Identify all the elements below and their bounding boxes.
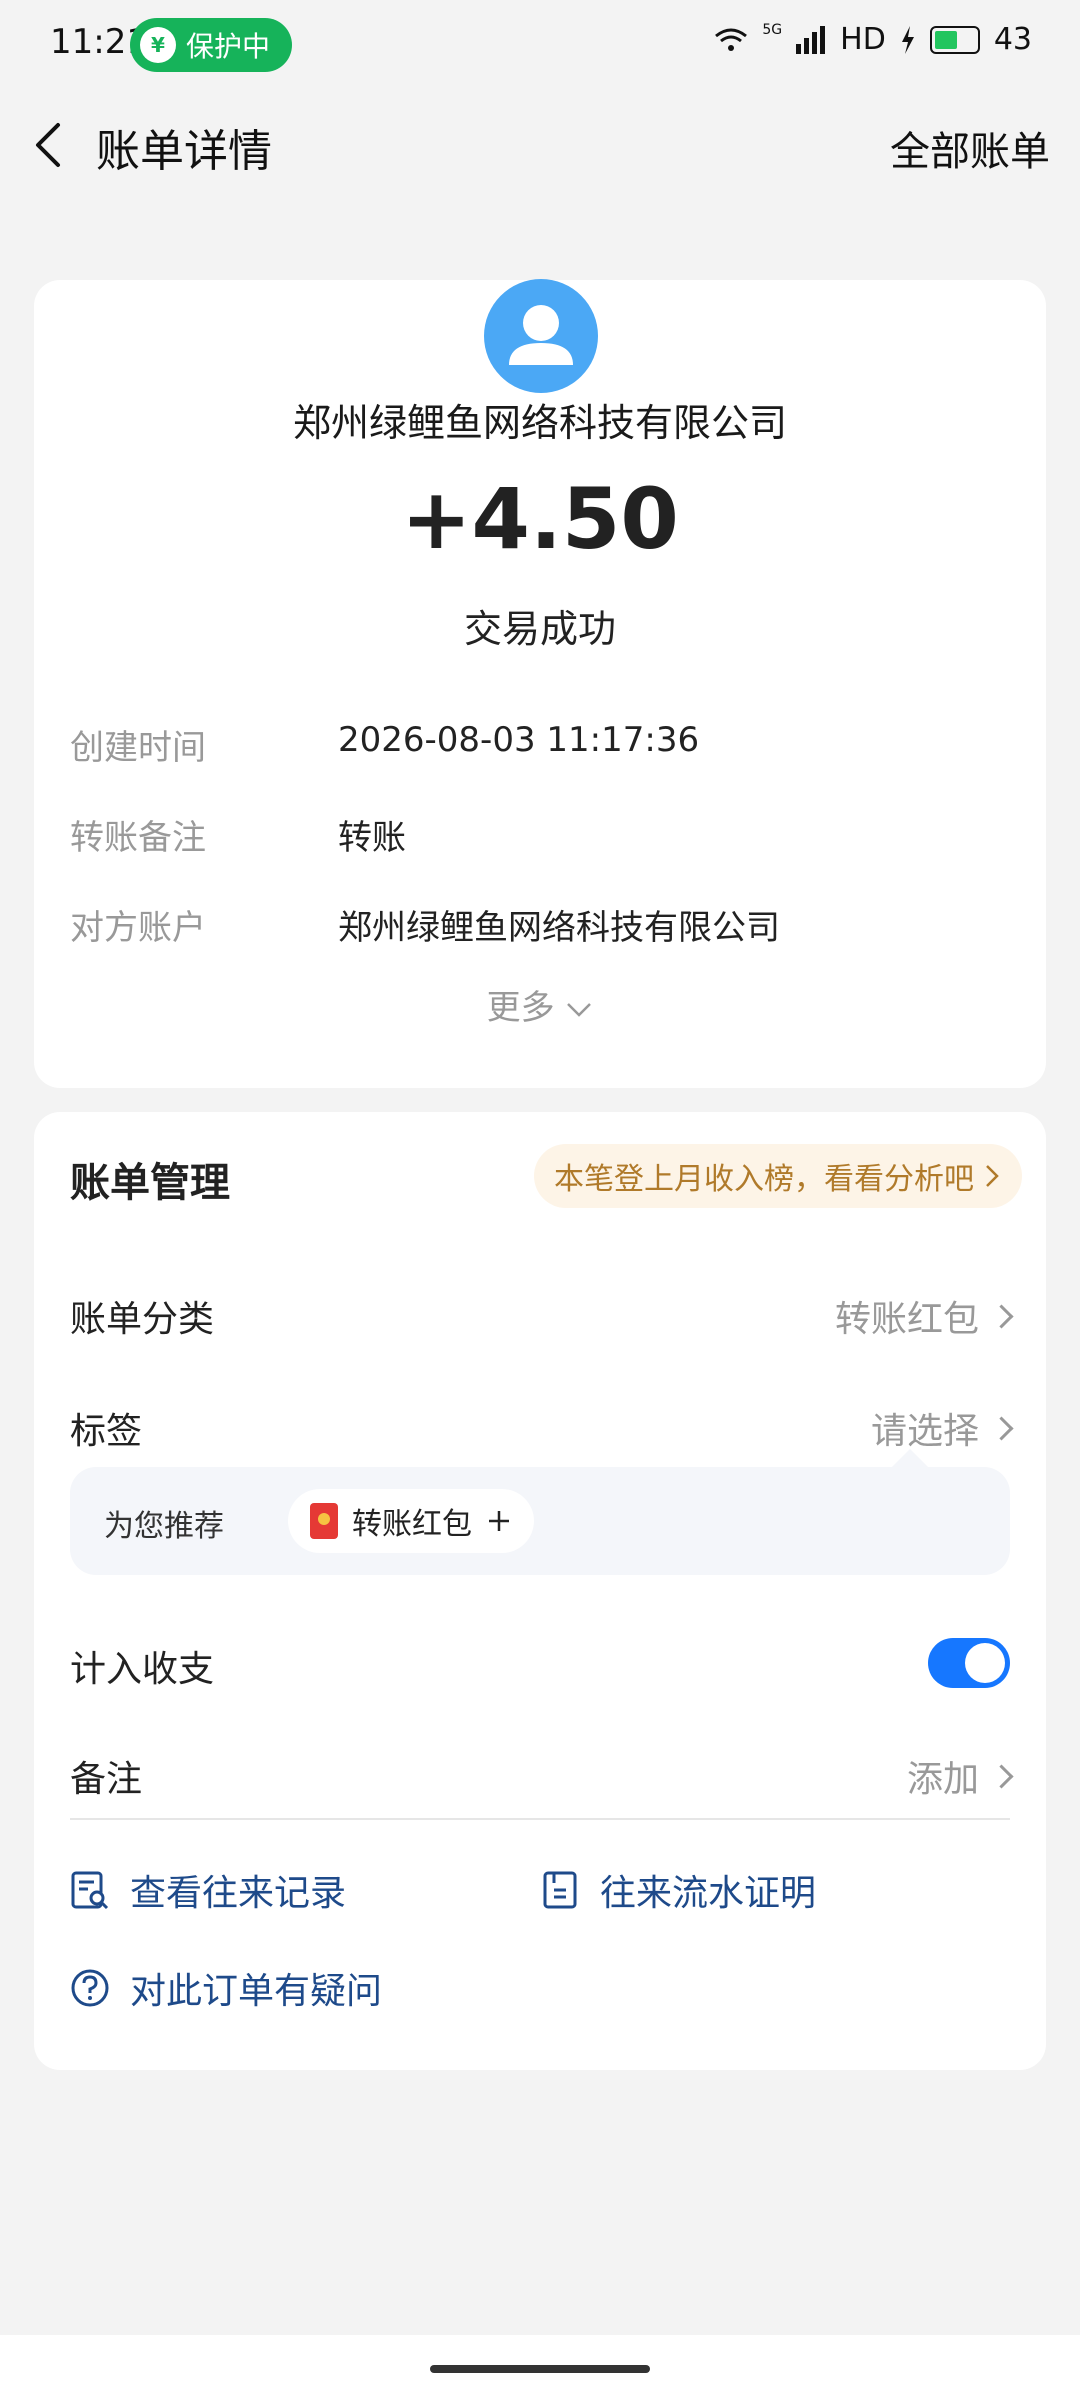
category-value: 转账红包 [834,1299,979,1340]
note-value: 添加 [906,1759,979,1800]
detail-label: 对方账户 [70,908,206,948]
view-history-link[interactable]: 查看往来记录 [70,1864,346,1916]
detail-value: 2026-08-03 11:17:36 [338,720,700,760]
signal-icon [796,25,826,54]
more-toggle[interactable]: 更多 [34,980,1046,1029]
include-toggle[interactable] [928,1638,1010,1688]
wifi-icon [715,28,748,51]
tag-label: 标签 [70,1411,143,1452]
detail-row-created: 创建时间 2026-08-03 11:17:36 [70,720,1010,780]
divider [70,1818,1010,1820]
detail-label: 转账备注 [70,818,206,858]
status-bar: 11:21 ¥ 保护中 5G HD 43 [0,0,1080,95]
document-icon [543,1871,577,1909]
summary-card: 郑州绿鲤鱼网络科技有限公司 +4.50 交易成功 创建时间 2026-08-03… [34,279,1046,1088]
promo-text: 本笔登上月收入榜，看看分析吧 [554,1162,974,1197]
popover-pointer [890,1449,930,1469]
battery-level: 43 [993,22,1032,57]
user-icon [509,305,573,365]
statement-proof-link[interactable]: 往来流水证明 [540,1864,816,1916]
detail-row-remark: 转账备注 转账 [70,810,1010,870]
transaction-status: 交易成功 [463,607,616,651]
battery-icon [929,25,980,54]
protect-badge[interactable]: ¥ 保护中 [130,18,293,72]
order-question-link[interactable]: 对此订单有疑问 [70,1962,382,2014]
order-question-label: 对此订单有疑问 [130,1971,383,2012]
tag-value: 请选择 [870,1411,979,1452]
all-bills-link[interactable]: 全部账单 [890,119,1050,177]
charging-icon [901,25,914,54]
detail-value: 郑州绿鲤鱼网络科技有限公司 [338,908,780,948]
income-rank-promo[interactable]: 本笔登上月收入榜，看看分析吧 [534,1144,1022,1208]
bill-management-card: 账单管理 本笔登上月收入榜，看看分析吧 账单分类 转账红包 标签 请选择 为您推… [34,1112,1046,2070]
page-title: 账单详情 [96,126,272,177]
note-row[interactable]: 备注 添加 [70,1740,1014,1810]
chip-label: 转账红包 [352,1507,472,1542]
protect-label: 保护中 [186,30,271,63]
category-row[interactable]: 账单分类 转账红包 [70,1280,1014,1350]
record-search-icon [71,1871,109,1910]
tag-row[interactable]: 标签 请选择 [70,1392,1014,1462]
recommend-tag-chip[interactable]: 转账红包 [288,1489,534,1553]
include-in-stats-row: 计入收支 [70,1630,1010,1700]
chevron-right-icon [989,1303,1014,1329]
red-envelope-icon [310,1503,338,1539]
category-label: 账单分类 [70,1299,215,1340]
detail-label: 创建时间 [70,728,206,768]
plus-icon [489,1511,509,1531]
chevron-right-icon [989,1415,1014,1441]
shield-icon: ¥ [140,27,176,63]
merchant-avatar [484,279,598,393]
management-title: 账单管理 [70,1160,230,1206]
chevron-down-icon [567,1003,592,1017]
back-arrow-icon[interactable] [30,115,70,175]
statement-proof-label: 往来流水证明 [600,1873,817,1914]
tag-recommendation: 为您推荐 转账红包 [70,1449,1010,1575]
hd-label: HD [840,22,886,57]
network-type: 5G [762,21,783,38]
nav-bar: 账单详情 全部账单 [0,95,1080,195]
question-circle-icon [71,1969,109,2007]
chevron-right-icon [986,1165,999,1187]
more-label: 更多 [486,988,555,1028]
status-icons: 5G HD 43 [714,22,1032,57]
detail-value: 转账 [338,818,406,858]
include-label: 计入收支 [70,1649,215,1690]
view-history-label: 查看往来记录 [130,1873,347,1914]
home-indicator[interactable] [430,2365,650,2373]
recommend-label: 为您推荐 [104,1509,224,1544]
note-label: 备注 [70,1759,143,1800]
amount: +4.50 [401,470,679,568]
chevron-right-icon [989,1763,1014,1789]
merchant-name: 郑州绿鲤鱼网络科技有限公司 [292,401,787,445]
detail-row-counterparty[interactable]: 对方账户 郑州绿鲤鱼网络科技有限公司 [70,900,1010,960]
